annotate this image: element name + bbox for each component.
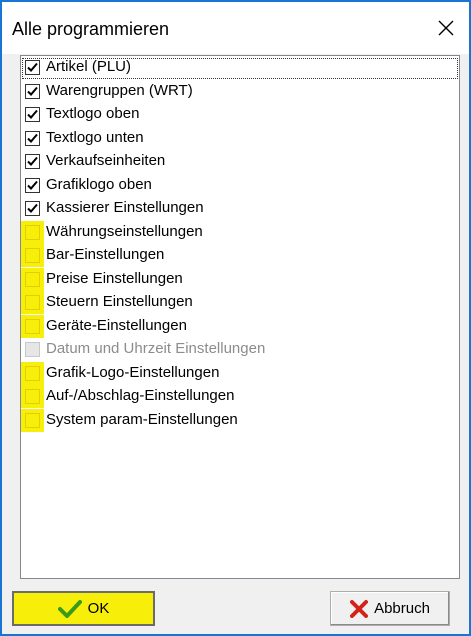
checkbox-unchecked[interactable] <box>25 271 40 287</box>
checklist-item[interactable]: Währungseinstellungen <box>21 220 459 244</box>
checkmark-icon <box>57 599 82 618</box>
checkbox-unchecked <box>25 342 40 357</box>
ok-button[interactable]: OK <box>12 591 155 626</box>
checklist-item-label: Auf-/Abschlag-Einstellungen <box>46 387 235 404</box>
checklist-item-label: System param-Einstellungen <box>46 410 238 428</box>
dialog-title: Alle programmieren <box>12 19 170 39</box>
checkbox-highlight <box>21 408 44 432</box>
checklist-item-label: Textlogo oben <box>46 105 140 122</box>
close-button[interactable] <box>423 2 469 54</box>
checkbox-highlight <box>21 220 44 244</box>
checklist-item[interactable]: Warengruppen (WRT) <box>21 80 459 103</box>
checkbox-highlight <box>21 244 44 267</box>
checklist-item-label: Grafiklogo oben <box>46 175 152 193</box>
checklist-item-label: Preise Einstellungen <box>46 269 183 287</box>
red-x-icon <box>350 599 369 618</box>
checkbox-unchecked[interactable] <box>25 295 40 310</box>
checkbox-highlight <box>21 314 44 338</box>
checklist-item-label: Verkaufseinheiten <box>46 152 166 169</box>
ok-button-label: OK <box>87 600 110 617</box>
title-bar: Alle programmieren <box>2 2 469 54</box>
checkbox-checked[interactable] <box>25 107 40 122</box>
checklist-item-label: Kassierer Einstellungen <box>46 199 204 216</box>
close-icon <box>438 20 454 36</box>
checkbox-highlight <box>21 267 44 291</box>
checkbox-unchecked[interactable] <box>25 318 40 334</box>
checklist-item[interactable]: Verkaufseinheiten <box>21 150 459 173</box>
checklist-item-label: Währungseinstellungen <box>46 222 203 240</box>
checklist-item[interactable]: Preise Einstellungen <box>21 267 459 291</box>
checklist-item-label: Steuern Einstellungen <box>46 293 193 310</box>
checklist-item-label: Warengruppen (WRT) <box>46 81 193 99</box>
checkbox-unchecked[interactable] <box>25 412 40 428</box>
checklist-item: Datum und Uhrzeit Einstellungen <box>21 338 459 361</box>
checklist-item[interactable]: Bar-Einstellungen <box>21 244 459 267</box>
checklist-item-label: Artikel (PLU) <box>46 58 132 75</box>
checkbox-highlight <box>21 385 44 408</box>
checkbox-checked[interactable] <box>25 83 40 99</box>
checklist-item-label: Geräte-Einstellungen <box>46 316 187 334</box>
checkbox-checked[interactable] <box>25 177 40 193</box>
checkbox-checked[interactable] <box>25 130 40 146</box>
checkbox-unchecked[interactable] <box>25 224 40 240</box>
checklist-item[interactable]: Steuern Einstellungen <box>21 291 459 314</box>
checklist-item[interactable]: System param-Einstellungen <box>21 408 459 432</box>
checklist-item[interactable]: Textlogo oben <box>21 103 459 126</box>
checklist-item[interactable]: Geräte-Einstellungen <box>21 314 459 338</box>
checkbox-checked[interactable] <box>25 60 40 75</box>
checkbox-unchecked[interactable] <box>25 365 40 381</box>
dialog-window: Alle programmieren Artikel (PLU) Warengru… <box>0 0 471 636</box>
checkbox-checked[interactable] <box>25 154 40 169</box>
cancel-button[interactable]: Abbruch <box>330 591 450 626</box>
checkbox-checked[interactable] <box>25 201 40 216</box>
checkbox-unchecked[interactable] <box>25 248 40 263</box>
cancel-button-label: Abbruch <box>374 600 430 617</box>
checkbox-unchecked[interactable] <box>25 389 40 404</box>
checklist-item[interactable]: Textlogo unten <box>21 127 459 150</box>
checklist-item-label: Grafik-Logo-Einstellungen <box>46 363 220 381</box>
settings-checklist[interactable]: Artikel (PLU) Warengruppen (WRT) Textlogo … <box>20 55 460 579</box>
checklist-item[interactable]: Kassierer Einstellungen <box>21 197 459 220</box>
checklist-item-label: Datum und Uhrzeit Einstellungen <box>46 340 266 357</box>
checklist-item-label: Textlogo unten <box>46 128 144 146</box>
checkbox-highlight <box>21 361 44 385</box>
checklist-item[interactable]: Auf-/Abschlag-Einstellungen <box>21 385 459 408</box>
checklist-item[interactable]: Artikel (PLU) <box>21 56 459 79</box>
checklist-item-label: Bar-Einstellungen <box>46 246 165 263</box>
checklist-item[interactable]: Grafik-Logo-Einstellungen <box>21 361 459 385</box>
checkbox-highlight <box>21 291 44 314</box>
checklist-item[interactable]: Grafiklogo oben <box>21 174 459 197</box>
